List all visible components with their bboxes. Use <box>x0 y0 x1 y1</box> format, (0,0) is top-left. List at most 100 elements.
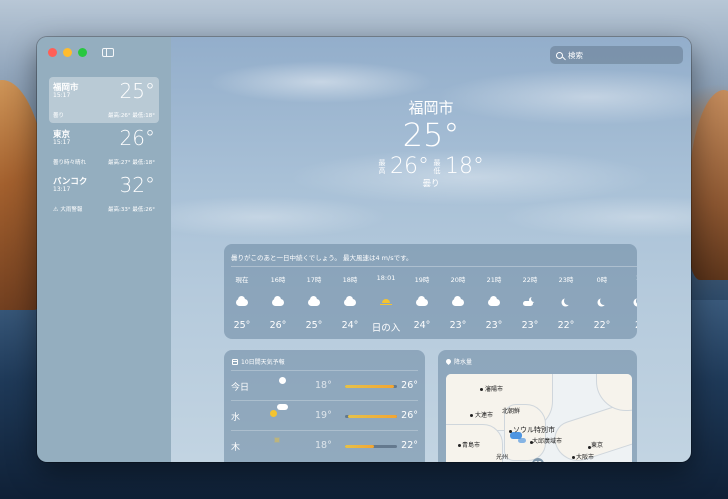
hour-label: 18:01 <box>376 274 396 282</box>
current-hilo: 最高 26° 最低 18° <box>341 154 521 179</box>
sunset-icon <box>380 296 392 306</box>
hour-icon-slot <box>440 296 476 308</box>
city-condition-text: 大雨警報 <box>60 207 83 213</box>
hour-temp: 日の入 <box>371 323 401 334</box>
hour-label: 16時 <box>270 276 286 284</box>
hourly-item: 21時 23° <box>476 274 512 334</box>
hour-temp: 25° <box>305 320 323 331</box>
hour-label: 21時 <box>486 276 502 284</box>
cloud-icon <box>272 296 284 306</box>
city-item-fukuoka[interactable]: 福岡市 15:17 25° 曇り 最高:26° 最低:18° <box>49 77 159 123</box>
city-hilo: 最高:27° 最低:18° <box>108 160 155 166</box>
forecast-row: 今日 18° 26° <box>231 370 418 400</box>
forecast-high: 22° <box>401 440 418 451</box>
minimize-button[interactable] <box>63 48 72 57</box>
hour-temp: 26° <box>269 320 287 331</box>
main-pane: 検索 福岡市 25° 最高 26° 最低 18° 曇り 曇りがこのあと一日中続く… <box>171 37 691 462</box>
temp-range-bar <box>345 415 397 418</box>
hour-label: 17時 <box>306 276 322 284</box>
hour-icon-slot <box>476 296 512 308</box>
map-dot <box>480 388 483 391</box>
city-hilo: 最高:26° 最低:18° <box>108 113 155 119</box>
hour-label: 23時 <box>558 276 574 284</box>
hourly-list: 現在 25° 16時 26° 17時 25° 18時 24° 18:01 日の入 19時 24° 20時… <box>224 274 637 334</box>
temp-range-fill <box>345 385 395 388</box>
city-time: 15:17 <box>53 139 71 146</box>
hour-icon-slot <box>512 296 548 308</box>
hour-label: 18時 <box>342 276 358 284</box>
hour-label: 現在 <box>235 276 249 284</box>
hourly-item: 18:01 日の入 <box>368 274 404 334</box>
hour-temp: 22° <box>557 320 575 331</box>
divider <box>231 266 637 267</box>
map-label-dalian: 大連市 <box>475 412 494 419</box>
map-label-osaka: 大阪市 <box>576 454 595 461</box>
current-temp: 25° <box>402 116 460 154</box>
temp-range-bar <box>345 385 397 388</box>
city-item-bangkok[interactable]: バンコク 13:17 32° ⚠ 大雨警報 最高:33° 最低:26° <box>49 171 159 217</box>
location-pin[interactable]: 25 <box>532 458 544 462</box>
forecast-day: 水 <box>231 413 241 423</box>
forecast-day: 今日 <box>231 383 250 393</box>
hour-icon-slot <box>368 296 404 308</box>
hourly-item: 23時 22° <box>548 274 584 334</box>
weather-window: 福岡市 15:17 25° 曇り 最高:26° 最低:18° 東京 15:17 … <box>37 37 691 462</box>
precipitation-card[interactable]: 降水量 瀋陽市 北朝鮮 大連市 ソウル特別市 大邱廣域市 青島市 東京 光州 大… <box>438 350 637 462</box>
hour-label: 19時 <box>414 276 430 284</box>
forecast-high: 26° <box>401 410 418 421</box>
moon-icon <box>600 297 608 305</box>
city-list: 福岡市 15:17 25° 曇り 最高:26° 最低:18° 東京 15:17 … <box>49 77 159 218</box>
current-city: 福岡市 <box>408 99 454 117</box>
temp-range-bar <box>345 445 397 448</box>
search-field[interactable]: 検索 <box>550 46 683 64</box>
hour-label: 1 <box>620 274 637 282</box>
cloud-icon <box>416 296 428 306</box>
hour-label: 20時 <box>450 276 466 284</box>
city-temp: 26° <box>119 126 155 150</box>
hour-temp: 23° <box>521 320 539 331</box>
map-dot <box>470 414 473 417</box>
map-dot <box>572 456 575 459</box>
umbrella-icon <box>444 357 453 366</box>
rain-cell <box>518 438 526 443</box>
zoom-button[interactable] <box>78 48 87 57</box>
window-controls <box>48 48 87 57</box>
map-label-gwangju: 光州 <box>496 454 509 461</box>
precipitation-map[interactable]: 瀋陽市 北朝鮮 大連市 ソウル特別市 大邱廣域市 青島市 東京 光州 大阪市 2… <box>446 374 632 462</box>
map-dot <box>509 430 512 433</box>
cloud-icon <box>488 296 500 306</box>
hourly-item: 17時 25° <box>296 274 332 334</box>
moon-icon <box>636 297 638 305</box>
hour-temp: 2 <box>620 320 637 331</box>
forecast-day: 木 <box>231 443 241 453</box>
ten-day-list: 今日 18° 26° 水 19° 26° 木 18° 22° <box>224 370 425 460</box>
city-item-tokyo[interactable]: 東京 15:17 26° 曇り時々晴れ 最高:27° 最低:18° <box>49 124 159 170</box>
hour-icon-slot <box>260 296 296 308</box>
hourly-item: 現在 25° <box>224 274 260 334</box>
city-condition: ⚠ 大雨警報 <box>53 205 82 213</box>
hour-icon-slot <box>620 296 637 308</box>
close-button[interactable] <box>48 48 57 57</box>
warning-icon: ⚠ <box>53 206 59 213</box>
precip-title: 降水量 <box>444 357 472 366</box>
cloud-icon <box>344 296 356 306</box>
ten-day-title-text: 10日間天気予報 <box>241 359 285 366</box>
search-icon <box>556 51 563 59</box>
city-temp: 25° <box>119 79 155 103</box>
map-label-qingdao: 青島市 <box>462 442 481 449</box>
city-hilo: 最高:33° 最低:26° <box>108 207 155 213</box>
hour-icon-slot <box>332 296 368 308</box>
city-temp: 32° <box>119 173 155 197</box>
map-dot <box>458 444 461 447</box>
hour-temp: 22° <box>593 320 611 331</box>
hourly-item: 12 <box>620 274 637 334</box>
hour-icon-slot <box>296 296 332 308</box>
ten-day-forecast-card[interactable]: 10日間天気予報 今日 18° 26° 水 19° 26° 木 18° 22° <box>224 350 425 462</box>
forecast-high: 26° <box>401 380 418 391</box>
cloud-icon <box>236 296 248 306</box>
forecast-low: 19° <box>315 410 332 421</box>
hourly-forecast-card[interactable]: 曇りがこのあと一日中続くでしょう。 最大風速は4 m/sです。 現在 25° 16時… <box>224 244 637 339</box>
map-label-daegu: 大邱廣域市 <box>532 438 563 445</box>
sidebar-toggle-icon[interactable] <box>102 48 114 57</box>
moon-icon <box>564 297 572 305</box>
